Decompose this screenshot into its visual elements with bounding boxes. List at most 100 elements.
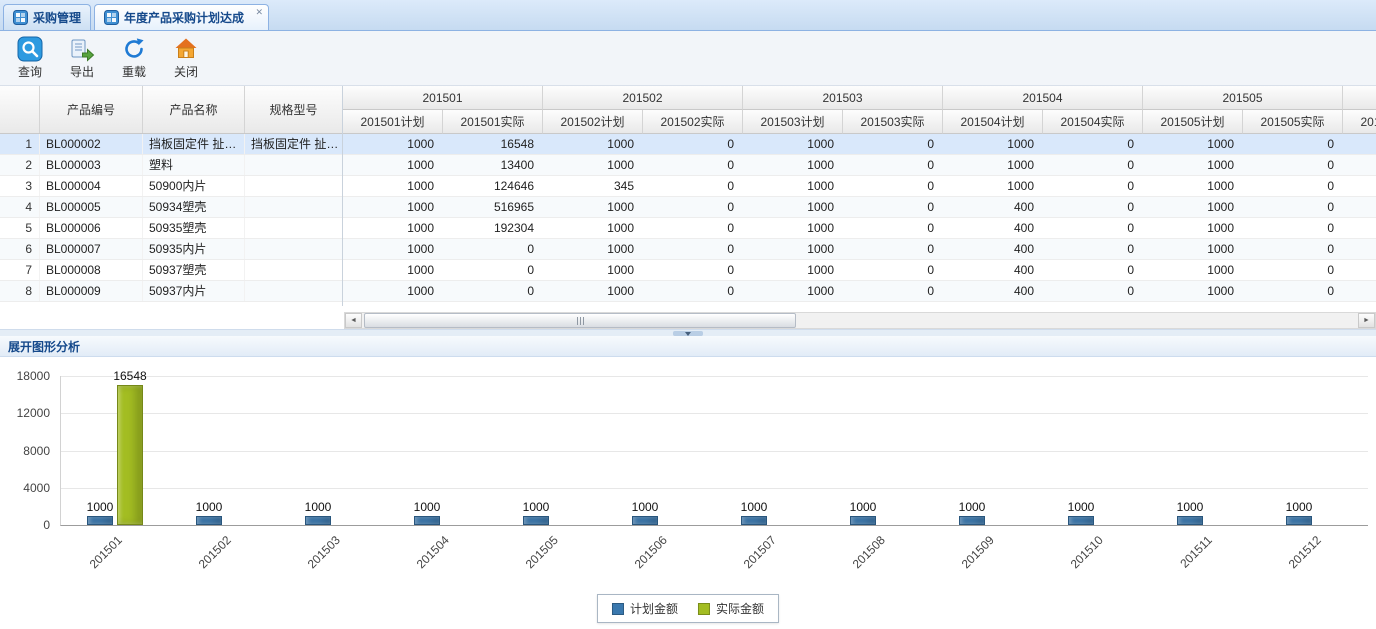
table-row-values[interactable]: 10001923041000010000400010000 (343, 218, 1376, 239)
row-number: 1 (0, 134, 40, 154)
cell-value: 400 (943, 239, 1043, 259)
bar-plan-201509[interactable] (959, 516, 985, 525)
tab-procurement-management[interactable]: 采购管理 (3, 4, 91, 30)
bar-plan-201501[interactable] (87, 516, 113, 525)
grid-fixed-columns: 产品编号 产品名称 规格型号 1BL000002挡板固定件 扯…挡板固定件 扯…… (0, 86, 343, 306)
query-button[interactable]: 查询 (8, 34, 52, 82)
legend-item-plan[interactable]: 计划金额 (612, 600, 678, 617)
row-number: 8 (0, 281, 40, 301)
table-row-values[interactable]: 10005169651000010000400010000 (343, 197, 1376, 218)
bar-plan-201512[interactable] (1286, 516, 1312, 525)
cell-value: 16548 (443, 134, 543, 154)
cell-value (1343, 134, 1376, 154)
column-group-201506[interactable]: 201506 (1343, 86, 1376, 110)
tab-label: 年度产品采购计划达成 (124, 9, 244, 26)
scrollbar-track[interactable] (362, 313, 1358, 328)
cell-value: 1000 (743, 218, 843, 238)
panel-splitter[interactable] (0, 329, 1376, 336)
column-header-201501实际[interactable]: 201501实际 (443, 110, 543, 134)
x-axis-label: 201503 (284, 533, 343, 592)
chart-gridline (61, 413, 1368, 414)
cell-value: 1000 (1143, 260, 1243, 280)
plan-value-label: 1000 (959, 500, 986, 514)
row-number: 7 (0, 260, 40, 280)
column-group-201503[interactable]: 201503 (743, 86, 943, 110)
column-header-201501计划[interactable]: 201501计划 (343, 110, 443, 134)
column-group-201504[interactable]: 201504 (943, 86, 1143, 110)
cell-value: 1000 (543, 218, 643, 238)
column-header-201505计划[interactable]: 201505计划 (1143, 110, 1243, 134)
cell-value: 0 (843, 260, 943, 280)
button-label: 关闭 (174, 63, 198, 80)
cell-value: 1000 (1143, 281, 1243, 301)
column-header-201502计划[interactable]: 201502计划 (543, 110, 643, 134)
cell-value: 1000 (543, 134, 643, 154)
table-row-values[interactable]: 10001340010000100001000010000 (343, 155, 1376, 176)
bar-plan-201502[interactable] (196, 516, 222, 525)
bar-plan-201505[interactable] (523, 516, 549, 525)
table-row[interactable]: 6BL00000750935内片 (0, 239, 343, 260)
horizontal-scrollbar[interactable]: ◄ ► (344, 312, 1376, 329)
cell-value: 0 (843, 281, 943, 301)
column-header-201505实际[interactable]: 201505实际 (1243, 110, 1343, 134)
column-header-product-name[interactable]: 产品名称 (143, 86, 245, 133)
cell-value: 0 (643, 260, 743, 280)
grid-scrollbar-row: ◄ ► (0, 312, 1376, 329)
table-row[interactable]: 2BL000003塑料 (0, 155, 343, 176)
table-row-values[interactable]: 100001000010000400010000 (343, 281, 1376, 302)
table-row[interactable]: 7BL00000850937塑壳 (0, 260, 343, 281)
table-row[interactable]: 1BL000002挡板固定件 扯…挡板固定件 扯… (0, 134, 343, 155)
legend-label: 实际金额 (716, 600, 764, 617)
column-header-201504实际[interactable]: 201504实际 (1043, 110, 1143, 134)
column-header-201503实际[interactable]: 201503实际 (843, 110, 943, 134)
tab-close-icon[interactable]: ✕ (255, 7, 263, 17)
column-group-201505[interactable]: 201505 (1143, 86, 1343, 110)
bar-plan-201504[interactable] (414, 516, 440, 525)
row-number: 2 (0, 155, 40, 175)
cell-value: 13400 (443, 155, 543, 175)
table-row[interactable]: 4BL00000550934塑壳 (0, 197, 343, 218)
cell-value: 0 (843, 134, 943, 154)
scroll-left-arrow-icon[interactable]: ◄ (345, 313, 362, 328)
tab-annual-purchase-plan[interactable]: 年度产品采购计划达成 ✕ (94, 4, 269, 30)
export-button[interactable]: 导出 (60, 34, 104, 82)
legend-item-actual[interactable]: 实际金额 (698, 600, 764, 617)
cell-value: 0 (643, 197, 743, 217)
bar-actual-201501[interactable] (117, 385, 143, 525)
close-button[interactable]: 关闭 (164, 34, 208, 82)
reload-button[interactable]: 重载 (112, 34, 156, 82)
column-header-201506计划[interactable]: 201506计划 (1343, 110, 1376, 134)
column-header-201502实际[interactable]: 201502实际 (643, 110, 743, 134)
plan-value-label: 1000 (523, 500, 550, 514)
table-row[interactable]: 3BL00000450900内片 (0, 176, 343, 197)
cell-value: 1000 (743, 197, 843, 217)
table-row-values[interactable]: 10001246463450100001000010000 (343, 176, 1376, 197)
table-row-values[interactable]: 10001654810000100001000010000 (343, 134, 1376, 155)
bar-plan-201503[interactable] (305, 516, 331, 525)
table-row[interactable]: 5BL00000650935塑壳 (0, 218, 343, 239)
column-header-rownumber[interactable] (0, 86, 40, 133)
column-group-201502[interactable]: 201502 (543, 86, 743, 110)
bar-plan-201506[interactable] (632, 516, 658, 525)
bar-plan-201507[interactable] (741, 516, 767, 525)
bar-plan-201510[interactable] (1068, 516, 1094, 525)
product-name: 50934塑壳 (143, 197, 245, 217)
column-group-201501[interactable]: 201501 (343, 86, 543, 110)
bar-plan-201508[interactable] (850, 516, 876, 525)
scroll-right-arrow-icon[interactable]: ► (1358, 313, 1375, 328)
plan-value-label: 1000 (632, 500, 659, 514)
column-header-201503计划[interactable]: 201503计划 (743, 110, 843, 134)
column-header-201504计划[interactable]: 201504计划 (943, 110, 1043, 134)
cell-value: 1000 (343, 155, 443, 175)
table-row[interactable]: 8BL00000950937内片 (0, 281, 343, 302)
scrollbar-thumb[interactable] (364, 313, 796, 328)
bar-plan-201511[interactable] (1177, 516, 1203, 525)
column-header-product-code[interactable]: 产品编号 (40, 86, 143, 133)
legend-label: 计划金额 (630, 600, 678, 617)
cell-value: 0 (1243, 218, 1343, 238)
table-row-values[interactable]: 100001000010000400010000 (343, 260, 1376, 281)
table-row-values[interactable]: 100001000010000400010000 (343, 239, 1376, 260)
column-header-spec-model[interactable]: 规格型号 (245, 86, 343, 133)
collapse-handle-icon[interactable] (673, 331, 703, 336)
chart-section-header[interactable]: 展开图形分析 (0, 336, 1376, 357)
